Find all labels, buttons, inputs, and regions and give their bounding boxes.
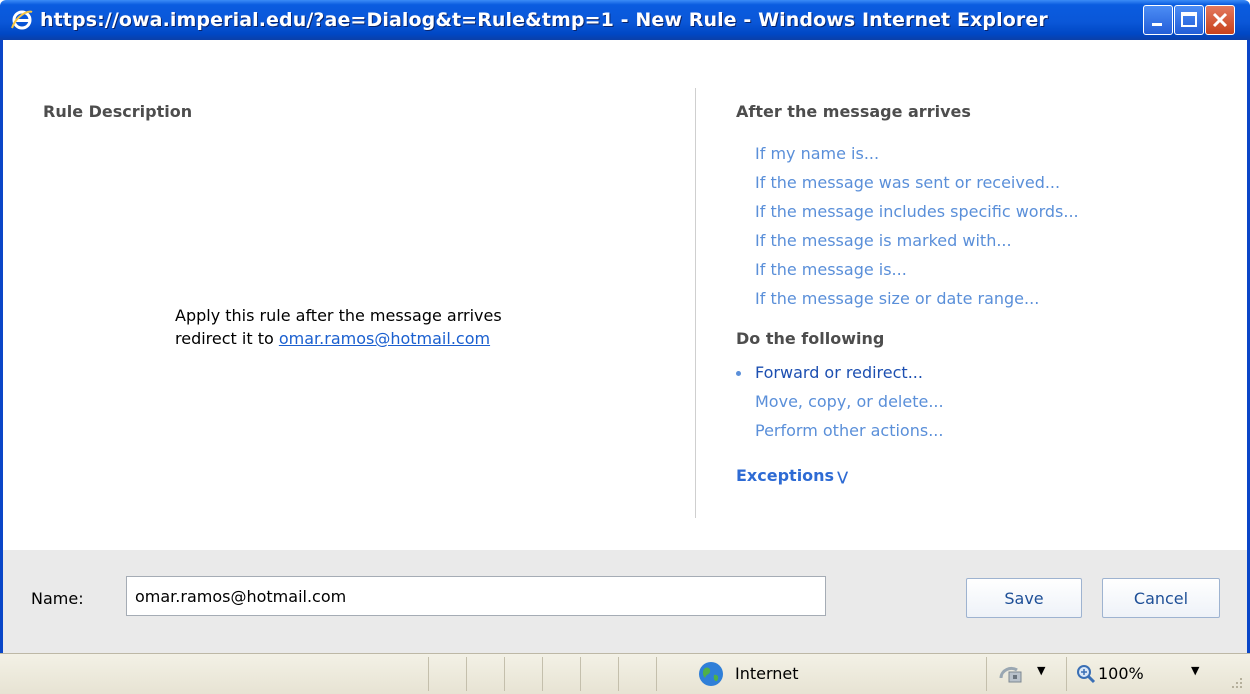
redirect-email-link[interactable]: omar.ramos@hotmail.com (279, 329, 490, 348)
name-label: Name: (31, 589, 84, 608)
zoom-label: 100% (1098, 664, 1144, 683)
close-button[interactable] (1205, 5, 1235, 35)
condition-link-name[interactable]: If my name is... (755, 144, 879, 163)
maximize-icon (1181, 12, 1197, 27)
close-icon (1212, 12, 1228, 28)
browser-window: https://owa.imperial.edu/?ae=Dialog&t=Ru… (0, 0, 1250, 694)
action-link-move-copy-delete[interactable]: Move, copy, or delete... (755, 392, 944, 411)
condition-link-message-is[interactable]: If the message is... (755, 260, 907, 279)
rule-description-prefix: redirect it to (175, 329, 279, 348)
zoom-icon (1077, 665, 1096, 684)
rule-name-input[interactable] (126, 576, 826, 616)
chevron-down-icon: ⋁ (837, 470, 849, 485)
security-zone[interactable]: Internet (697, 660, 847, 688)
ie-icon (11, 10, 33, 30)
minimize-button[interactable] (1143, 5, 1173, 35)
status-segment (504, 657, 542, 691)
rule-description-line: redirect it to omar.ramos@hotmail.com (175, 327, 502, 350)
selected-bullet (736, 371, 741, 376)
status-segment (580, 657, 618, 691)
rule-description-line: Apply this rule after the message arrive… (175, 306, 502, 325)
resize-grip-icon[interactable] (1228, 674, 1244, 690)
maximize-button[interactable] (1174, 5, 1204, 35)
condition-link-specific-words[interactable]: If the message includes specific words..… (755, 202, 1079, 221)
status-segment (618, 657, 656, 691)
globe-icon (699, 662, 723, 686)
window-title: https://owa.imperial.edu/?ae=Dialog&t=Ru… (40, 9, 1048, 31)
condition-link-sent-received[interactable]: If the message was sent or received... (755, 173, 1060, 192)
rule-description-heading: Rule Description (43, 102, 193, 121)
status-segment (428, 657, 466, 691)
status-segment (466, 657, 504, 691)
cancel-button[interactable]: Cancel (1102, 578, 1220, 618)
zoom-dropdown-icon[interactable]: ▼ (1191, 664, 1199, 677)
exceptions-label: Exceptions (736, 466, 835, 485)
action-link-other-actions[interactable]: Perform other actions... (755, 421, 943, 440)
status-segment (542, 657, 580, 691)
conditions-heading: After the message arrives (736, 102, 971, 121)
zone-label: Internet (735, 664, 799, 683)
protected-mode-dropdown-icon[interactable]: ▼ (1037, 664, 1045, 677)
title-bar[interactable]: https://owa.imperial.edu/?ae=Dialog&t=Ru… (0, 0, 1250, 40)
status-bar: Internet ▼ 100% ▼ (0, 653, 1250, 694)
minimize-icon (1152, 23, 1162, 26)
rule-editor: Rule Description Apply this rule after t… (0, 40, 1250, 550)
rule-description: Apply this rule after the message arrive… (175, 304, 502, 350)
condition-link-marked-with[interactable]: If the message is marked with... (755, 231, 1012, 250)
protected-mode-icon[interactable] (997, 662, 1027, 686)
action-link-forward-redirect[interactable]: Forward or redirect... (755, 363, 923, 382)
name-bar: Name: Save Cancel (0, 550, 1250, 653)
divider (695, 88, 696, 518)
condition-link-size-date[interactable]: If the message size or date range... (755, 289, 1039, 308)
actions-heading: Do the following (736, 329, 885, 348)
exceptions-link[interactable]: Exceptions ⋁ (736, 466, 848, 485)
save-button[interactable]: Save (966, 578, 1082, 618)
